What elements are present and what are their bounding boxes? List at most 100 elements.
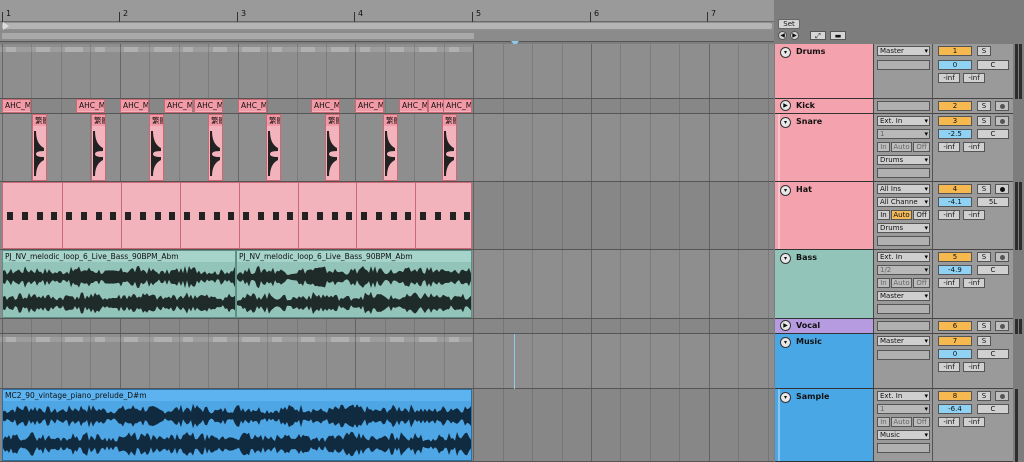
track-header-music[interactable]: ▾ Music — [775, 334, 874, 389]
loop-brace[interactable] — [2, 23, 772, 29]
play-icon[interactable]: ▶ — [780, 100, 791, 111]
solo-button[interactable]: S — [977, 116, 991, 126]
kick-clip[interactable]: AHC_M — [399, 99, 428, 113]
monitor-off-button[interactable]: Off — [913, 210, 930, 220]
pan-field[interactable]: 5L — [977, 197, 1009, 207]
monitor-auto-button[interactable]: Auto — [891, 278, 912, 288]
output-channel-select[interactable] — [877, 304, 930, 314]
track-header-kick[interactable]: ▶ Kick — [775, 99, 874, 114]
monitor-off-button[interactable]: Off — [913, 278, 930, 288]
lane-music[interactable] — [0, 334, 799, 389]
start-marker-icon[interactable] — [3, 22, 9, 30]
snare-clip[interactable]: 繁體 — [149, 114, 164, 181]
output-channel-select[interactable] — [877, 350, 930, 360]
snare-clip[interactable]: 繁體 — [266, 114, 281, 181]
snare-clip[interactable]: 繁體 — [383, 114, 398, 181]
track-activator[interactable]: 8 — [938, 391, 972, 401]
lane-sample[interactable]: MC2_90_vintage_piano_prelude_D#m — [0, 389, 799, 462]
track-header-drums[interactable]: ▾ Drums — [775, 44, 874, 99]
output-select[interactable]: Master — [877, 46, 930, 56]
lane-vocal[interactable] — [0, 319, 799, 334]
track-header-snare[interactable]: ▾ Snare — [775, 114, 874, 182]
output-select[interactable]: Drums — [877, 223, 930, 233]
output-channel-select[interactable] — [877, 443, 930, 453]
snare-clip[interactable]: 繁體 — [32, 114, 47, 181]
input-type-select[interactable]: Ext. In — [877, 116, 930, 126]
overview-thumb[interactable] — [2, 33, 474, 39]
kick-clip[interactable]: AHC_M — [194, 99, 223, 113]
arm-button[interactable] — [995, 252, 1009, 262]
fold-icon[interactable]: ▾ — [780, 337, 791, 348]
peak-right[interactable]: -inf — [963, 417, 985, 427]
kick-clip[interactable]: AHC_M — [238, 99, 267, 113]
previous-locator-icon[interactable]: ◀ — [778, 31, 787, 40]
snare-clip[interactable]: 繁體 — [325, 114, 340, 181]
bass-clip[interactable]: PJ_NV_melodic_loop_6_Live_Bass_90BPM_Abm — [236, 250, 472, 318]
lock-icon[interactable]: ▬ — [830, 31, 846, 40]
peak-left[interactable]: -inf — [938, 73, 960, 83]
input-channel-select[interactable]: 1 — [877, 404, 930, 414]
peak-left[interactable]: -inf — [938, 362, 960, 372]
volume-field[interactable]: -4.9 — [938, 265, 972, 275]
track-header-sample[interactable]: ▾ Sample — [775, 389, 874, 462]
fold-icon[interactable]: ▾ — [780, 47, 791, 58]
pan-field[interactable]: C — [977, 349, 1009, 359]
set-locator-button[interactable]: Set — [778, 19, 800, 29]
solo-button[interactable]: S — [977, 184, 991, 194]
solo-button[interactable]: S — [977, 101, 991, 111]
fold-icon[interactable]: ▾ — [780, 117, 791, 128]
sample-clip[interactable]: MC2_90_vintage_piano_prelude_D#m — [2, 389, 472, 461]
solo-button[interactable]: S — [977, 321, 991, 331]
monitor-in-button[interactable]: In — [877, 278, 890, 288]
monitor-in-button[interactable]: In — [877, 142, 890, 152]
monitor-off-button[interactable]: Off — [913, 417, 930, 427]
solo-button[interactable]: S — [977, 336, 991, 346]
input-channel-select[interactable]: 1/2 — [877, 265, 930, 275]
bass-clip[interactable]: PJ_NV_melodic_loop_6_Live_Bass_90BPM_Abm — [2, 250, 236, 318]
track-activator[interactable]: 6 — [938, 321, 972, 331]
next-locator-icon[interactable]: ▶ — [790, 31, 799, 40]
peak-right[interactable]: -inf — [963, 210, 985, 220]
snare-clip[interactable]: 繁體 — [91, 114, 106, 181]
output-select[interactable] — [877, 321, 930, 331]
monitor-in-button[interactable]: In — [877, 417, 890, 427]
kick-clip[interactable]: AHC_M — [311, 99, 340, 113]
peak-left[interactable]: -inf — [938, 142, 960, 152]
pan-field[interactable]: C — [977, 129, 1009, 139]
monitor-off-button[interactable]: Off — [913, 142, 930, 152]
output-channel-select[interactable] — [877, 236, 930, 246]
peak-left[interactable]: -inf — [938, 417, 960, 427]
monitor-in-button[interactable]: In — [877, 210, 890, 220]
track-activator[interactable]: 5 — [938, 252, 972, 262]
peak-left[interactable]: -inf — [938, 278, 960, 288]
lane-bass[interactable]: PJ_NV_melodic_loop_6_Live_Bass_90BPM_Abm… — [0, 250, 799, 319]
output-select[interactable]: Drums — [877, 155, 930, 165]
arm-button[interactable] — [995, 184, 1009, 194]
arm-button[interactable] — [995, 321, 1009, 331]
output-select[interactable] — [877, 101, 930, 111]
track-header-bass[interactable]: ▾ Bass — [775, 250, 874, 319]
volume-field[interactable]: 0 — [938, 60, 972, 70]
kick-clip[interactable]: AHC_M — [443, 99, 472, 113]
volume-field[interactable]: -2.5 — [938, 129, 972, 139]
monitor-auto-button[interactable]: Auto — [891, 210, 912, 220]
pan-field[interactable]: C — [977, 265, 1009, 275]
snare-clip[interactable]: 繁體 — [442, 114, 457, 181]
track-header-vocal[interactable]: ▶ Vocal — [775, 319, 874, 334]
snare-clip[interactable]: 繁體 — [208, 114, 223, 181]
fold-icon[interactable]: ▾ — [780, 185, 791, 196]
arm-button[interactable] — [995, 101, 1009, 111]
pan-field[interactable]: C — [977, 60, 1009, 70]
track-activator[interactable]: 1 — [938, 46, 972, 56]
track-header-hat[interactable]: ▾ Hat — [775, 182, 874, 250]
peak-right[interactable]: -inf — [963, 362, 985, 372]
peak-right[interactable]: -inf — [963, 73, 985, 83]
track-activator[interactable]: 7 — [938, 336, 972, 346]
lane-hat[interactable] — [0, 182, 799, 250]
output-select[interactable]: Music — [877, 430, 930, 440]
input-channel-select[interactable]: 1 — [877, 129, 930, 139]
solo-button[interactable]: S — [977, 252, 991, 262]
play-icon[interactable]: ▶ — [780, 320, 791, 331]
output-channel-select[interactable] — [877, 60, 930, 70]
arm-button[interactable] — [995, 116, 1009, 126]
